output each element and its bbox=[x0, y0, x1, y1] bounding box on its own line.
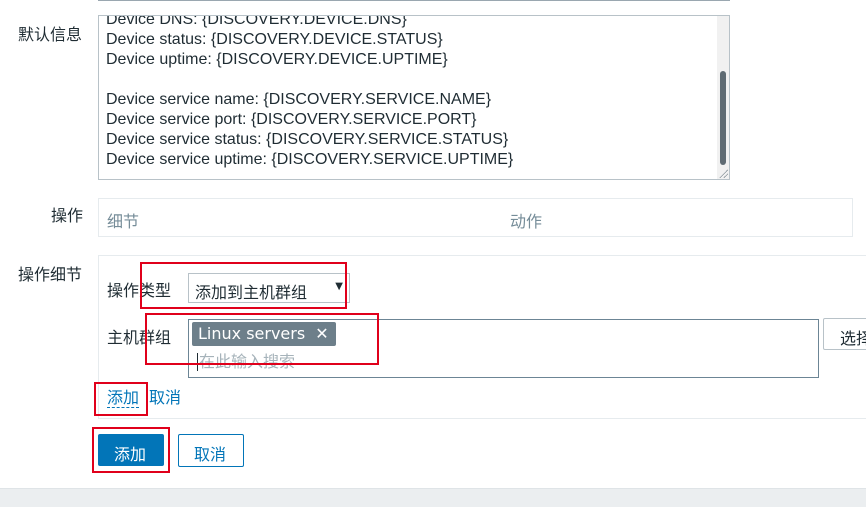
default-message-line bbox=[106, 70, 709, 90]
operation-details-label: 操作细节 bbox=[18, 265, 83, 284]
default-message-textarea[interactable]: Device DNS: {DISCOVERY.DEVICE.DNS} Device… bbox=[98, 15, 730, 180]
page-footer bbox=[0, 488, 866, 507]
host-group-label: 主机群组 bbox=[107, 328, 172, 347]
select-button-label: 选择 bbox=[840, 329, 866, 348]
divider bbox=[98, 418, 866, 419]
host-group-chip: Linux servers ✕ bbox=[192, 322, 336, 346]
add-button[interactable]: 添加 bbox=[98, 434, 164, 466]
operation-type-label: 操作类型 bbox=[107, 281, 172, 300]
add-operation-link[interactable]: 添加 bbox=[107, 388, 140, 408]
default-message-line: Device service status: {DISCOVERY.SERVIC… bbox=[106, 131, 509, 148]
host-group-search-input[interactable]: 在此输入搜索 bbox=[197, 353, 295, 371]
operations-column-details: 细节 bbox=[107, 212, 140, 231]
operation-details-panel: 操作类型 添加到主机群组 ▼ 主机群组 Linux servers ✕ 在此输入… bbox=[98, 255, 866, 419]
default-message-line: Device service name: {DISCOVERY.SERVICE.… bbox=[106, 91, 492, 108]
default-message-label: 默认信息 bbox=[18, 25, 83, 44]
previous-field-border bbox=[98, 0, 730, 1]
textarea-scroll-thumb[interactable] bbox=[720, 71, 726, 165]
default-message-text: Device DNS: {DISCOVERY.DEVICE.DNS} Device… bbox=[106, 15, 709, 170]
chevron-down-icon: ▼ bbox=[335, 281, 343, 292]
cancel-button-label: 取消 bbox=[194, 445, 227, 464]
operations-column-action: 动作 bbox=[510, 212, 543, 231]
operations-table: 细节 动作 bbox=[98, 198, 853, 237]
default-message-line: Device status: {DISCOVERY.DEVICE.STATUS} bbox=[106, 31, 443, 48]
operation-type-select[interactable]: 添加到主机群组 ▼ bbox=[188, 273, 350, 303]
select-host-group-button[interactable]: 选择 bbox=[823, 318, 866, 350]
host-group-multiselect[interactable]: Linux servers ✕ 在此输入搜索 bbox=[188, 319, 819, 378]
default-message-line: Device uptime: {DISCOVERY.DEVICE.UPTIME} bbox=[106, 51, 448, 68]
default-message-line: Device service port: {DISCOVERY.SERVICE.… bbox=[106, 111, 477, 128]
close-icon[interactable]: ✕ bbox=[315, 322, 328, 346]
add-button-label: 添加 bbox=[114, 445, 147, 464]
resize-grip-icon[interactable] bbox=[718, 168, 728, 178]
operation-type-value: 添加到主机群组 bbox=[195, 283, 308, 302]
cancel-operation-link[interactable]: 取消 bbox=[149, 388, 181, 407]
host-group-chip-label: Linux servers bbox=[198, 324, 306, 343]
default-message-line: Device service uptime: {DISCOVERY.SERVIC… bbox=[106, 151, 514, 168]
default-message-line: Device DNS: {DISCOVERY.DEVICE.DNS} bbox=[106, 15, 407, 28]
textarea-scrollbar[interactable] bbox=[717, 16, 729, 179]
cancel-button[interactable]: 取消 bbox=[178, 434, 244, 467]
operations-label: 操作 bbox=[51, 206, 84, 225]
